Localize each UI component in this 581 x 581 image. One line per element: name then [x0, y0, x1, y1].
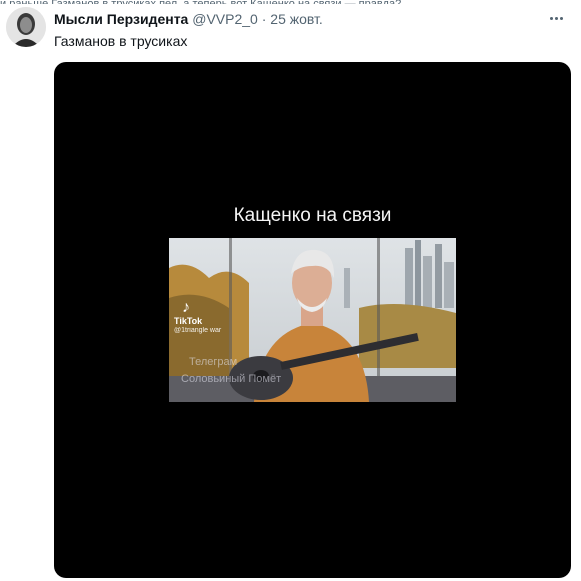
author-name[interactable]: Мысли Перзидента	[54, 11, 188, 27]
watermark-line-2: Соловьиный Помёт	[181, 373, 282, 385]
video-frame[interactable]: ♪ TikTok @1triangle war Телеграм Соловьи…	[169, 238, 456, 402]
watermark-line-1: Телеграм	[189, 356, 238, 368]
tweet-header: Мысли Перзидента @VVP2_0 · 25 жовт.	[54, 9, 323, 29]
tiktok-label: TikTok	[174, 316, 203, 326]
tiktok-watermark: ♪ TikTok @1triangle war	[174, 300, 221, 336]
tweet-media-video[interactable]: Кащенко на связи ♪ TikTok @1triangle war…	[54, 62, 571, 578]
more-options-icon[interactable]	[545, 8, 567, 28]
tiktok-logo-icon: ♪	[182, 299, 190, 316]
tweet-text: Газманов в трусиках	[54, 33, 188, 49]
avatar[interactable]	[6, 7, 46, 47]
separator-dot: ·	[261, 11, 267, 27]
avatar-portrait-icon	[6, 7, 46, 47]
author-handle[interactable]: @VVP2_0	[192, 11, 258, 27]
top-partial-text: и раньше Газманов в трусиках пел, а тепе…	[0, 0, 581, 4]
tiktok-username: @1triangle war	[174, 327, 222, 334]
tweet-date[interactable]: 25 жовт.	[270, 11, 323, 27]
video-caption: Кащенко на связи	[233, 205, 392, 226]
